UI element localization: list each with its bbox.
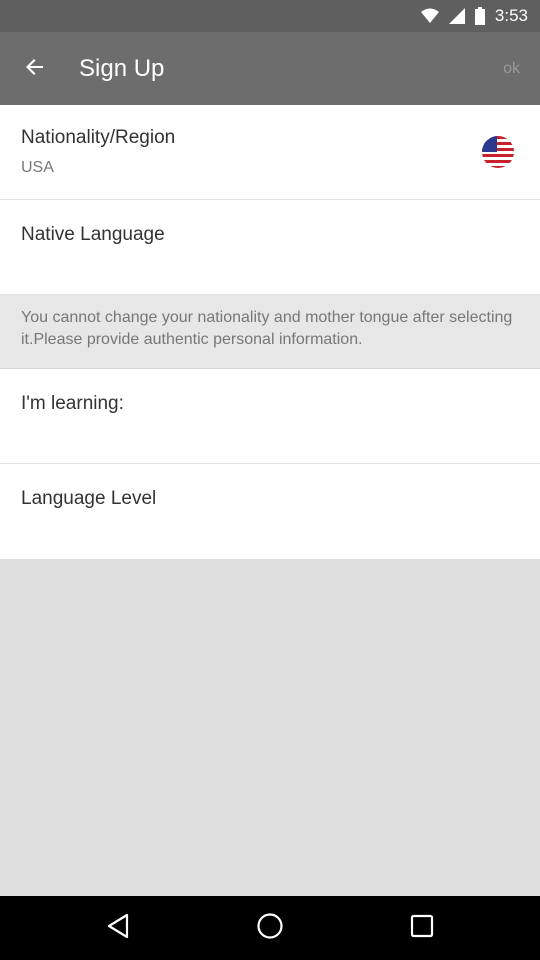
nav-recents-button[interactable]: [382, 896, 462, 960]
nav-back-button[interactable]: [78, 896, 158, 960]
nationality-row[interactable]: Nationality/Region USA: [0, 105, 540, 200]
nationality-label: Nationality/Region: [21, 127, 176, 148]
signal-icon: [448, 8, 465, 24]
usa-flag-icon: [482, 136, 514, 168]
status-bar: 3:53: [0, 0, 540, 32]
app-bar: Sign Up ok: [0, 32, 540, 105]
navigation-bar: [0, 896, 540, 960]
signup-form: Nationality/Region USA Native Language Y…: [0, 105, 540, 559]
square-recents-icon: [410, 914, 434, 943]
nationality-value: USA: [21, 159, 54, 176]
battery-icon: [474, 7, 485, 25]
native-language-row[interactable]: Native Language: [0, 200, 540, 295]
status-icons: 3:53: [420, 0, 528, 32]
native-language-label: Native Language: [21, 224, 165, 245]
status-time: 3:53: [494, 6, 528, 25]
page-title: Sign Up: [79, 54, 165, 82]
nav-home-button[interactable]: [230, 896, 310, 960]
notice-text: You cannot change your nationality and m…: [0, 295, 540, 369]
arrow-left-icon: [26, 58, 44, 81]
circle-home-icon: [256, 912, 284, 945]
back-button[interactable]: [10, 44, 60, 94]
triangle-back-icon: [106, 913, 130, 944]
learning-row[interactable]: I'm learning:: [0, 369, 540, 464]
language-level-label: Language Level: [21, 488, 157, 509]
language-level-row[interactable]: Language Level: [0, 464, 540, 559]
wifi-icon: [420, 8, 439, 24]
learning-label: I'm learning:: [21, 393, 124, 414]
ok-button[interactable]: ok: [493, 44, 530, 94]
